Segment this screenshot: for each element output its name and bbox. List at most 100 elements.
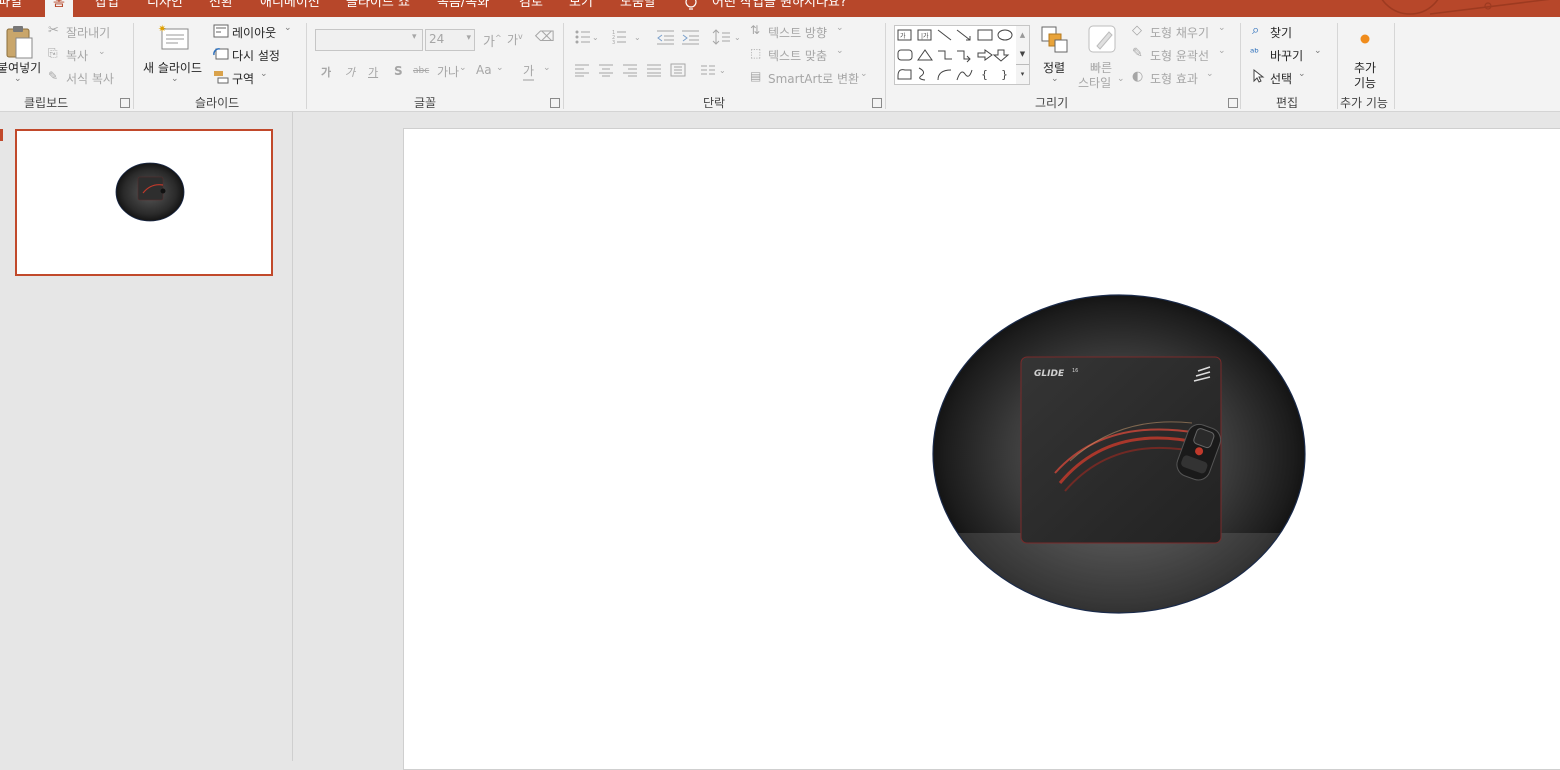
cut-button[interactable]: 잘라내기 [66,24,110,41]
grow-font-button[interactable]: 가^ [483,31,502,50]
italic-button[interactable]: 가 [345,64,355,80]
strikethrough-button[interactable]: abc [413,66,429,76]
arrange-icon [1041,26,1068,53]
find-icon: ⌕ [1252,23,1260,38]
slide-canvas[interactable]: GLIDE 16 [403,128,1560,770]
paste-dropdown[interactable]: ⌄ [14,74,22,84]
shape-outline-button[interactable]: 도형 윤곽선 [1150,47,1209,64]
clipboard-launcher-icon[interactable] [120,98,130,108]
quick-styles-dropdown[interactable]: ⌄ [1117,74,1125,84]
shrink-font-button[interactable]: 가v [507,31,523,48]
layout-dropdown[interactable]: ⌄ [284,23,292,33]
tab-animations[interactable]: 애니메이션 [260,0,320,12]
char-spacing-button[interactable]: 가나 [437,63,459,80]
font-name-dropdown[interactable]: ▾ [412,32,417,42]
shapes-gallery[interactable]: 가 |가 { } [894,25,1018,85]
addins-button-line2[interactable]: 기능 [1354,74,1376,91]
tell-me-search[interactable]: 어떤 작업을 원하시나요? [712,0,847,12]
svg-text:⌄: ⌄ [719,66,726,75]
shape-fill-button[interactable]: 도형 채우기 [1150,24,1209,41]
slide-thumbnail[interactable] [15,129,273,276]
find-button[interactable]: 찾기 [1270,24,1292,41]
shape-effects-button[interactable]: 도형 효과 [1150,70,1198,87]
shadow-button[interactable]: S [394,64,403,78]
decrease-indent-icon[interactable] [656,29,676,45]
text-direction-button[interactable]: 텍스트 방향 [768,24,827,41]
align-center-icon[interactable] [598,63,614,77]
mousepad-picture[interactable]: GLIDE 16 [930,293,1308,617]
ribbon: 붙여넣기 ⌄ ✂ 잘라내기 ⎘ 복사 ⌄ ✎ 서식 복사 클립보드 ✷ 새 슬라… [0,17,1560,112]
align-text-button[interactable]: 텍스트 맞춤 [768,47,827,64]
replace-button[interactable]: 바꾸기 [1270,47,1303,64]
font-size-dropdown[interactable]: ▾ [466,33,471,43]
layout-button[interactable]: 레이아웃 [232,24,276,41]
justify-icon[interactable] [646,63,662,77]
paragraph-launcher-icon[interactable] [872,98,882,108]
change-case-button[interactable]: Aa [476,63,492,77]
smartart-dropdown[interactable]: ⌄ [860,69,868,79]
quick-styles-label-2[interactable]: 스타일 [1078,74,1111,91]
grow-font-label: 가 [483,35,495,50]
font-size-input[interactable]: 24 ▾ [425,29,475,51]
svg-text:✷: ✷ [158,24,166,35]
tab-insert[interactable]: 삽입 [95,0,119,12]
section-button[interactable]: 구역 [232,70,254,87]
line-spacing-icon[interactable]: ⌄ [712,29,742,45]
font-launcher-icon[interactable] [550,98,560,108]
new-slide-dropdown[interactable]: ⌄ [171,74,179,84]
gallery-scroll-up-icon[interactable]: ▲ [1016,26,1029,45]
replace-dropdown[interactable]: ⌄ [1314,46,1322,56]
align-text-dropdown[interactable]: ⌄ [836,46,844,56]
font-name-input[interactable] [315,29,423,51]
tab-help[interactable]: 도움말 [620,0,656,12]
svg-text:{: { [981,68,988,81]
bold-button[interactable]: 가 [321,64,331,80]
shape-fill-dropdown[interactable]: ⌄ [1218,23,1226,33]
align-right-icon[interactable] [622,63,638,77]
font-color-button[interactable]: 가 [523,62,535,81]
numbering-icon[interactable]: 1 2 3 ⌄ [612,29,642,45]
smartart-button[interactable]: SmartArt로 변환 [768,70,859,87]
shape-outline-dropdown[interactable]: ⌄ [1218,46,1226,56]
copy-icon: ⎘ [48,46,58,60]
shape-effects-dropdown[interactable]: ⌄ [1206,69,1214,79]
slide-editor: GLIDE 16 [293,112,1560,770]
text-direction-dropdown[interactable]: ⌄ [836,23,844,33]
tab-transitions[interactable]: 전환 [209,0,233,12]
align-left-icon[interactable] [574,63,590,77]
tab-slideshow[interactable]: 슬라이드 쇼 [346,0,410,12]
addins-group-label: 추가 기능 [1340,96,1388,110]
columns-icon[interactable]: ⌄ [700,63,728,77]
bullets-icon[interactable]: ⌄ [574,29,598,45]
copy-dropdown[interactable]: ⌄ [98,47,106,57]
increase-indent-icon[interactable] [681,29,701,45]
format-painter-button[interactable]: 서식 복사 [66,70,114,87]
smartart-icon: ▤ [750,69,762,83]
gallery-more-icon[interactable]: ▾ [1016,64,1029,83]
tab-review[interactable]: 검토 [519,0,543,12]
tab-home[interactable]: 홈 [45,0,73,17]
svg-text:⌄: ⌄ [734,33,741,42]
char-spacing-dropdown[interactable]: ⌄ [459,63,467,73]
underline-button[interactable]: 가 [368,64,378,80]
gallery-scroll-down-icon[interactable]: ▼ [1016,45,1029,64]
select-dropdown[interactable]: ⌄ [1298,69,1306,79]
section-dropdown[interactable]: ⌄ [260,69,268,79]
copy-button[interactable]: 복사 [66,47,88,64]
tab-view[interactable]: 보기 [569,0,593,12]
shapes-gallery-scroll[interactable]: ▲ ▼ ▾ [1016,25,1030,85]
drawing-launcher-icon[interactable] [1228,98,1238,108]
select-button[interactable]: 선택 [1270,70,1292,87]
section-icon [214,71,229,84]
effects-icon: ◐ [1132,69,1144,84]
font-color-dropdown[interactable]: ⌄ [543,63,551,73]
tab-recording[interactable]: 녹음/녹화 [437,0,489,12]
clear-formatting-icon[interactable]: ⌫ [535,29,555,45]
group-divider [306,23,307,109]
distribute-icon[interactable] [670,63,686,77]
reset-button[interactable]: 다시 설정 [232,47,280,64]
change-case-dropdown[interactable]: ⌄ [496,63,504,73]
tab-design[interactable]: 디자인 [147,0,183,12]
tab-file[interactable]: 파일 [0,0,22,12]
arrange-dropdown[interactable]: ⌄ [1051,74,1059,84]
